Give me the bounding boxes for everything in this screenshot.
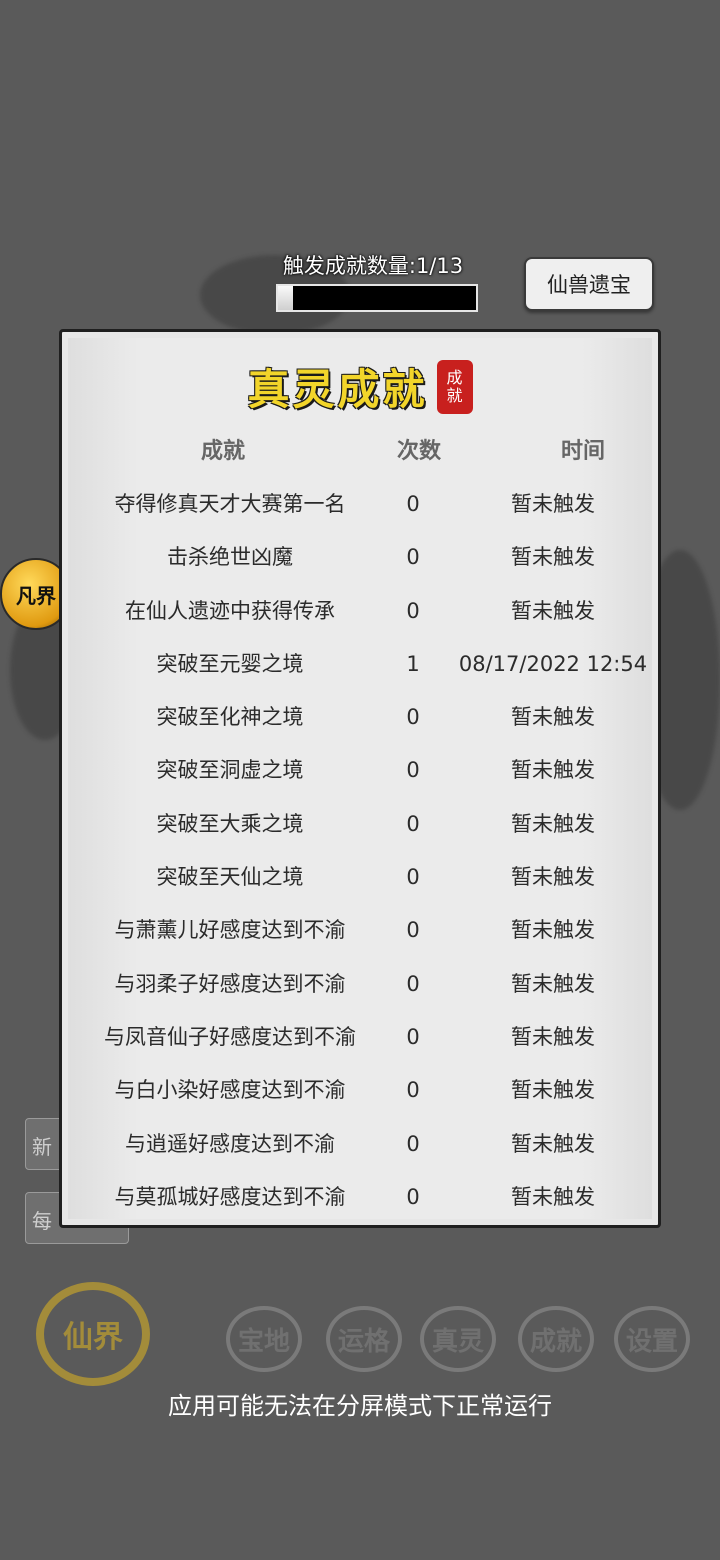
column-header-time: 时间 [560, 438, 605, 464]
achievement-row: 与白小染好感度达到不渝 0 暂未触发 [68, 1064, 652, 1117]
achievement-row: 在仙人遗迹中获得传承 0 暂未触发 [68, 585, 652, 638]
progress-fill [278, 286, 294, 310]
nav-treasure-land-button[interactable]: 宝地 [226, 1306, 302, 1372]
achievement-count: 1 [406, 651, 420, 676]
achievement-name: 与羽柔子好感度达到不渝 [114, 971, 346, 996]
achievement-time: 暂未触发 [511, 1024, 595, 1049]
achievement-name: 突破至化神之境 [156, 705, 304, 730]
achievement-name: 在仙人遗迹中获得传承 [125, 598, 335, 623]
achievement-time: 暂未触发 [511, 918, 595, 943]
achievement-time: 暂未触发 [511, 1078, 595, 1103]
nav-true-spirit-button[interactable]: 真灵 [420, 1306, 496, 1372]
achievement-panel: 真灵成就 成就 成就 次数 时间 夺得修真天才大赛第一名 0 暂未触发 击杀绝世凶魔… [59, 329, 661, 1228]
achievement-name: 击杀绝世凶魔 [167, 545, 293, 570]
achievement-count: 0 [406, 865, 420, 890]
achievement-count: 0 [406, 1024, 420, 1049]
seal-stamp: 成就 [436, 359, 473, 414]
achievement-count: 0 [406, 971, 420, 996]
achievement-name: 突破至洞虚之境 [156, 758, 304, 783]
achievement-row: 突破至大乘之境 0 暂未触发 [68, 798, 652, 851]
achievement-time: 暂未触发 [511, 971, 595, 996]
panel-paper: 真灵成就 成就 成就 次数 时间 夺得修真天才大赛第一名 0 暂未触发 击杀绝世凶魔… [68, 338, 652, 1219]
nav-settings-button[interactable]: 设置 [614, 1306, 690, 1372]
panel-title: 真灵成就 [247, 365, 428, 414]
achievement-list: 夺得修真天才大赛第一名 0 暂未触发 击杀绝世凶魔 0 暂未触发 在仙人遗迹中获得传承 0… [68, 478, 652, 1224]
split-screen-toast: 应用可能无法在分屏模式下正常运行 [168, 1392, 552, 1420]
nav-fortune-button[interactable]: 运格 [326, 1306, 402, 1372]
achievement-name: 与萧薰儿好感度达到不渝 [114, 918, 346, 943]
achievement-row: 与羽柔子好感度达到不渝 0 暂未触发 [68, 958, 652, 1011]
bottom-navigation: 仙界 宝地 运格 真灵 成就 设置 [0, 1282, 720, 1392]
achievement-count: 0 [406, 758, 420, 783]
achievement-name: 与白小染好感度达到不渝 [114, 1078, 346, 1103]
achievement-name: 突破至大乘之境 [156, 811, 304, 836]
achievement-name: 夺得修真天才大赛第一名 [114, 492, 346, 516]
achievement-time: 暂未触发 [511, 545, 595, 570]
achievement-row: 夺得修真天才大赛第一名 0 暂未触发 [68, 478, 652, 531]
achievement-row: 与萧薰儿好感度达到不渝 0 暂未触发 [68, 904, 652, 957]
achievement-row: 与莫孤城好感度达到不渝 0 暂未触发 [68, 1171, 652, 1224]
column-header-name: 成就 [200, 438, 245, 464]
achievement-name: 与逍遥好感度达到不渝 [125, 1131, 335, 1156]
achievement-time: 暂未触发 [511, 598, 595, 623]
spirit-beast-treasure-button[interactable]: 仙兽遗宝 [524, 257, 654, 311]
achievement-row: 击杀绝世凶魔 0 暂未触发 [68, 531, 652, 584]
achievement-count: 0 [406, 811, 420, 836]
achievement-name: 与莫孤城好感度达到不渝 [114, 1184, 346, 1209]
achievement-row: 突破至洞虚之境 0 暂未触发 [68, 744, 652, 797]
achievement-count: 0 [406, 492, 420, 516]
achievement-counter-label: 触发成就数量:1/13 [282, 254, 464, 278]
achievement-row: 突破至元婴之境 1 08/17/2022 12:54 [68, 638, 652, 691]
achievement-name: 与凤音仙子好感度达到不渝 [104, 1024, 356, 1049]
achievement-time: 暂未触发 [511, 865, 595, 890]
achievement-time: 暂未触发 [511, 705, 595, 730]
achievement-count: 0 [406, 705, 420, 730]
achievement-count: 0 [406, 598, 420, 623]
achievement-progress-bar [276, 284, 478, 312]
achievement-time: 暂未触发 [511, 1131, 595, 1156]
achievement-name: 突破至天仙之境 [156, 865, 304, 890]
achievement-count: 0 [406, 1078, 420, 1103]
achievement-count: 0 [406, 1184, 420, 1209]
achievement-time: 暂未触发 [511, 758, 595, 783]
nav-achievement-button[interactable]: 成就 [518, 1306, 594, 1372]
nav-immortal-realm-button[interactable]: 仙界 [36, 1282, 150, 1386]
achievement-row: 突破至天仙之境 0 暂未触发 [68, 851, 652, 904]
panel-title-area: 真灵成就 成就 [68, 356, 652, 417]
achievement-row: 与逍遥好感度达到不渝 0 暂未触发 [68, 1118, 652, 1171]
achievement-time: 暂未触发 [511, 811, 595, 836]
achievement-row: 突破至化神之境 0 暂未触发 [68, 691, 652, 744]
achievement-row: 与凤音仙子好感度达到不渝 0 暂未触发 [68, 1011, 652, 1064]
column-header-count: 次数 [396, 438, 441, 464]
achievement-count: 0 [406, 1131, 420, 1156]
achievement-time: 暂未触发 [511, 1184, 595, 1209]
achievement-time: 08/17/2022 12:54 [458, 651, 648, 676]
achievement-count: 0 [406, 918, 420, 943]
achievement-time: 暂未触发 [511, 492, 595, 516]
achievement-name: 突破至元婴之境 [156, 651, 304, 676]
achievement-count: 0 [406, 545, 420, 570]
